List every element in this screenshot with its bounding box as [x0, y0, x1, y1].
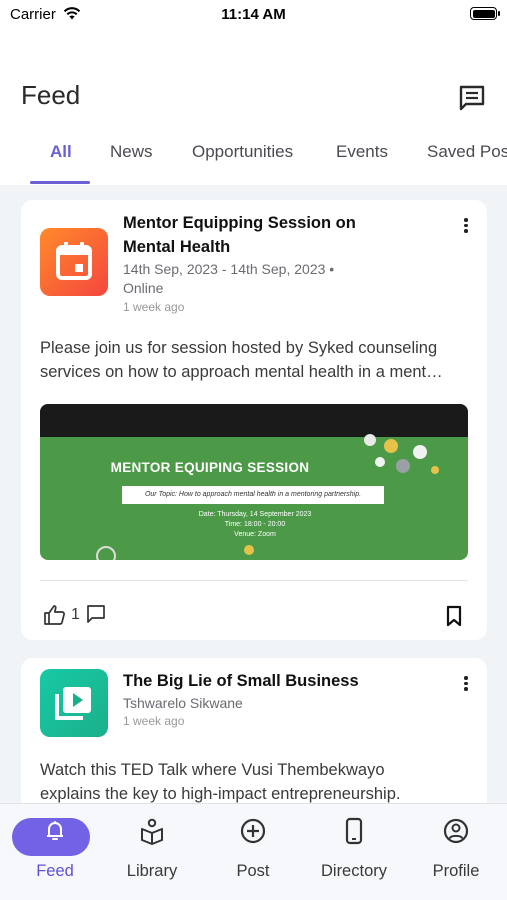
more-options-icon[interactable] — [459, 216, 473, 234]
bottom-navigation: Feed Library Post Directory Profile — [0, 803, 507, 900]
post-body-line: services on how to approach mental healt… — [40, 363, 443, 381]
event-post-card[interactable]: Mentor Equipping Session on Mental Healt… — [21, 200, 487, 640]
tab-bar: All News Opportunities Events Saved Pos — [0, 140, 507, 185]
tab-events[interactable]: Events — [336, 142, 388, 162]
nav-post-label: Post — [236, 862, 270, 880]
banner-heading: MENTOR EQUIPING SESSION — [110, 460, 310, 475]
banner-time: Time: 18:00 - 20:00 — [224, 521, 286, 528]
event-banner-image[interactable]: MENTOR EQUIPING SESSION Our Topic: How t… — [40, 404, 468, 560]
post-title[interactable]: The Big Lie of Small Business — [123, 669, 359, 693]
active-tab-indicator — [30, 181, 90, 184]
nav-directory[interactable]: Directory — [309, 816, 399, 881]
post-title[interactable]: Mentor Equipping Session on — [123, 211, 356, 235]
event-location: Online — [123, 280, 164, 296]
event-thumbnail — [40, 228, 108, 296]
clock: 11:14 AM — [221, 6, 286, 23]
nav-library[interactable]: Library — [107, 816, 197, 881]
phone-icon — [345, 817, 363, 845]
nav-profile-label: Profile — [432, 862, 480, 880]
tab-saved-posts[interactable]: Saved Pos — [427, 142, 507, 162]
post-timestamp: 1 week ago — [123, 714, 185, 728]
post-body-line: Please join us for session hosted by Syk… — [40, 339, 438, 357]
video-post-card[interactable]: The Big Lie of Small Business Tshwarelo … — [21, 658, 487, 818]
banner-topic: Our Topic: How to approach mental health… — [122, 486, 384, 504]
tab-all[interactable]: All — [50, 142, 72, 162]
calendar-icon — [56, 242, 92, 280]
nav-feed-label: Feed — [36, 862, 74, 880]
nav-directory-label: Directory — [320, 862, 387, 880]
tab-opportunities[interactable]: Opportunities — [192, 142, 293, 162]
video-thumbnail — [40, 669, 108, 737]
chat-bubble-icon[interactable] — [456, 83, 488, 113]
bookmark-icon[interactable] — [444, 605, 464, 627]
page-title: Feed — [21, 80, 81, 110]
nav-feed[interactable]: Feed — [10, 816, 100, 881]
thumbs-up-icon[interactable] — [43, 603, 67, 627]
tab-news[interactable]: News — [110, 142, 153, 162]
video-library-icon — [55, 687, 91, 720]
battery-icon — [470, 7, 500, 20]
plus-circle-icon — [240, 818, 266, 844]
like-count: 1 — [71, 606, 80, 623]
banner-venue: Venue: Zoom — [234, 531, 276, 538]
post-title-continued[interactable]: Mental Health — [123, 235, 230, 259]
header: Feed All News Opportunities Events Saved… — [0, 30, 507, 185]
user-circle-icon — [443, 818, 469, 844]
banner-details: Date: Thursday, 14 September 2023 Time: … — [140, 510, 370, 540]
more-options-icon[interactable] — [459, 674, 473, 692]
divider — [40, 580, 468, 581]
status-bar: Carrier 11:14 AM — [0, 0, 507, 30]
nav-post[interactable]: Post — [208, 816, 298, 881]
post-body-line: Watch this TED Talk where Vusi Thembekwa… — [40, 761, 385, 779]
library-icon — [141, 818, 163, 845]
bell-icon — [47, 821, 63, 840]
post-author: Tshwarelo Sikwane — [123, 695, 243, 711]
nav-profile[interactable]: Profile — [411, 816, 501, 881]
nav-library-label: Library — [126, 862, 178, 880]
comment-icon[interactable] — [85, 603, 107, 625]
post-timestamp: 1 week ago — [123, 300, 185, 314]
banner-date: Date: Thursday, 14 September 2023 — [198, 511, 312, 518]
event-dates: 14th Sep, 2023 - 14th Sep, 2023 • — [123, 261, 335, 277]
